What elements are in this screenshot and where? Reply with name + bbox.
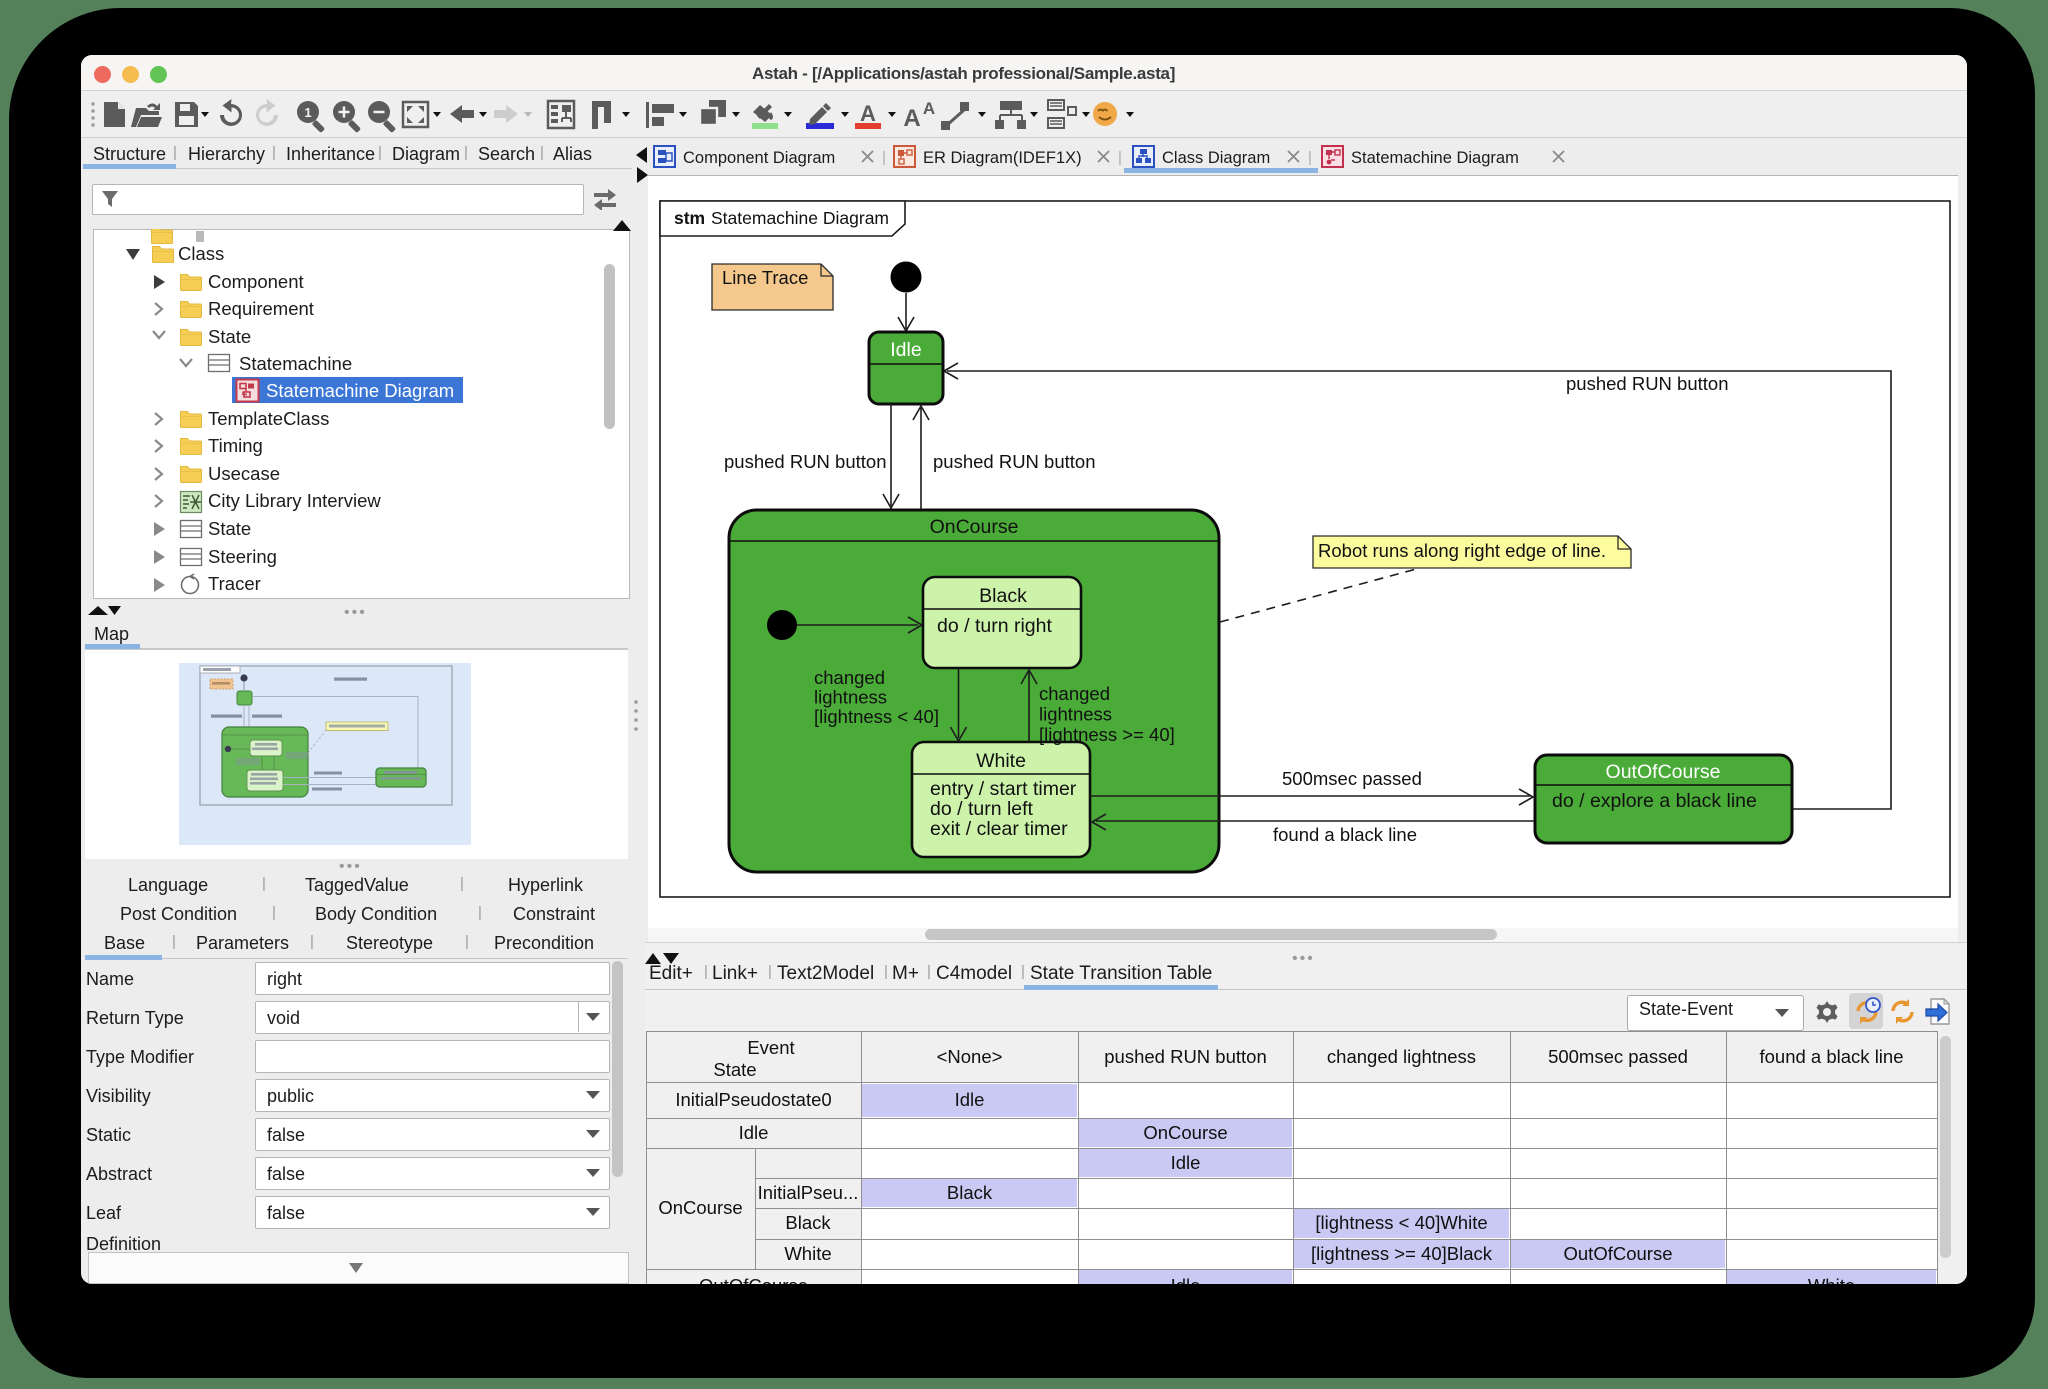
svg-text:[lightness >= 40]: [lightness >= 40] (1039, 724, 1175, 745)
svg-text:pushed RUN button: pushed RUN button (1566, 373, 1729, 394)
svg-text:|: | (1308, 149, 1312, 166)
svg-text:1: 1 (304, 105, 311, 120)
svg-text:TemplateClass: TemplateClass (208, 408, 329, 429)
svg-text:Statemachine Diagram: Statemachine Diagram (266, 380, 454, 401)
svg-text:exit / clear timer: exit / clear timer (930, 818, 1068, 840)
svg-text:found a black line: found a black line (1273, 824, 1417, 845)
svg-text:ER Diagram(IDEF1X): ER Diagram(IDEF1X) (923, 149, 1082, 167)
svg-text:Tracer: Tracer (208, 573, 261, 594)
svg-text:Black: Black (979, 585, 1027, 607)
svg-text:OutOfCourse: OutOfCourse (1606, 761, 1721, 783)
svg-text:lightness: lightness (814, 687, 887, 708)
svg-text:lightness: lightness (1039, 704, 1112, 725)
svg-text:State: State (208, 326, 251, 347)
svg-text:do / explore a black line: do / explore a black line (1552, 790, 1757, 812)
svg-text:Component: Component (208, 271, 304, 292)
svg-text:stm: stm (674, 208, 705, 228)
svg-text:Line Trace: Line Trace (722, 267, 808, 288)
svg-text:A: A (860, 101, 876, 126)
svg-text:changed: changed (1039, 683, 1110, 704)
svg-text:Class: Class (178, 243, 224, 264)
svg-text:OnCourse: OnCourse (930, 516, 1019, 538)
svg-text:Steering: Steering (208, 546, 277, 567)
svg-text:pushed RUN button: pushed RUN button (724, 451, 887, 472)
svg-text:Usecase: Usecase (208, 463, 280, 484)
svg-text:A: A (923, 99, 935, 118)
svg-text:Component Diagram: Component Diagram (683, 149, 835, 167)
svg-text:White: White (976, 750, 1026, 772)
svg-text:A: A (903, 105, 920, 132)
svg-text:Requirement: Requirement (208, 298, 314, 319)
svg-text:do / turn left: do / turn left (930, 798, 1034, 820)
svg-text:Statemachine Diagram: Statemachine Diagram (1351, 149, 1519, 167)
svg-text:City Library Interview: City Library Interview (208, 490, 381, 511)
svg-text:|: | (882, 149, 886, 166)
svg-text:changed: changed (814, 667, 885, 688)
svg-text:State: State (208, 518, 251, 539)
svg-text:[lightness < 40]: [lightness < 40] (814, 706, 939, 727)
svg-text:Robot runs along right edge of: Robot runs along right edge of line. (1318, 540, 1606, 561)
svg-text:pushed RUN button: pushed RUN button (933, 451, 1096, 472)
svg-text:|: | (1118, 149, 1122, 166)
svg-text:do / turn right: do / turn right (937, 615, 1052, 637)
svg-text:Class Diagram: Class Diagram (1162, 149, 1270, 167)
svg-text:entry / start timer: entry / start timer (930, 778, 1077, 800)
svg-text:Statemachine: Statemachine (239, 353, 352, 374)
svg-text:Idle: Idle (890, 339, 921, 361)
svg-text:Statemachine Diagram: Statemachine Diagram (711, 208, 889, 228)
svg-text:Timing: Timing (208, 435, 263, 456)
svg-text:500msec passed: 500msec passed (1282, 768, 1422, 789)
